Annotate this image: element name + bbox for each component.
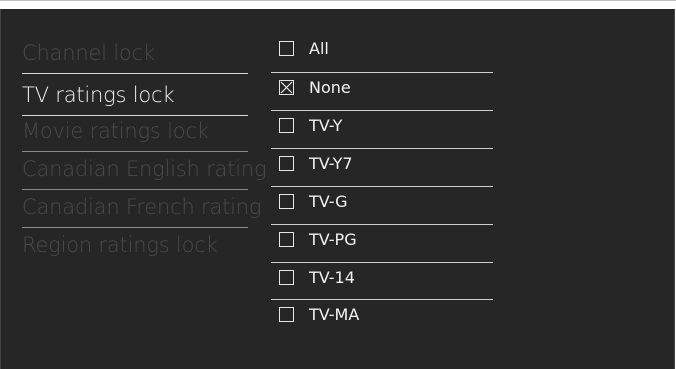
checked-checkbox-icon[interactable] bbox=[279, 80, 294, 95]
checkbox-icon[interactable] bbox=[279, 41, 294, 56]
top-bar bbox=[0, 2, 676, 9]
option-label: None bbox=[309, 78, 351, 97]
menu-item-label: TV ratings lock bbox=[22, 83, 175, 107]
menu-item-label: Movie ratings lock bbox=[22, 119, 209, 143]
option-label: TV-14 bbox=[309, 268, 355, 287]
checkbox-icon[interactable] bbox=[279, 194, 294, 209]
option-label: All bbox=[309, 39, 329, 58]
option-label: TV-Y bbox=[309, 116, 343, 135]
parental-lock-panel: Channel lock TV ratings lock Movie ratin… bbox=[0, 9, 675, 369]
option-tv-ma[interactable]: TV-MA bbox=[271, 297, 493, 333]
option-label: TV-MA bbox=[309, 305, 360, 324]
option-all[interactable]: All bbox=[271, 31, 493, 67]
menu-item-canadian-english-rating[interactable]: Canadian English rating bbox=[22, 151, 267, 188]
option-label: TV-G bbox=[309, 192, 348, 211]
checkbox-icon[interactable] bbox=[279, 270, 294, 285]
option-label: TV-PG bbox=[309, 230, 357, 249]
menu-item-region-ratings-lock[interactable]: Region ratings lock bbox=[22, 227, 258, 264]
x-mark-icon bbox=[280, 81, 293, 94]
menu-item-channel-lock[interactable]: Channel lock bbox=[22, 35, 258, 72]
option-tv-14[interactable]: TV-14 bbox=[271, 260, 493, 296]
option-label: TV-Y7 bbox=[309, 154, 353, 173]
checkbox-icon[interactable] bbox=[279, 307, 294, 322]
option-tv-y[interactable]: TV-Y bbox=[271, 108, 493, 144]
option-tv-y7[interactable]: TV-Y7 bbox=[271, 146, 493, 182]
tv-screen: Channel lock TV ratings lock Movie ratin… bbox=[0, 0, 676, 369]
option-tv-pg[interactable]: TV-PG bbox=[271, 222, 493, 258]
menu-divider bbox=[22, 73, 248, 74]
menu-item-label: Region ratings lock bbox=[22, 233, 218, 257]
checkbox-icon[interactable] bbox=[279, 156, 294, 171]
checkbox-icon[interactable] bbox=[279, 118, 294, 133]
menu-item-movie-ratings-lock[interactable]: Movie ratings lock bbox=[22, 113, 258, 150]
menu-item-label: Canadian English rating bbox=[22, 157, 267, 181]
checkbox-icon[interactable] bbox=[279, 232, 294, 247]
menu-item-label: Canadian French rating bbox=[22, 195, 262, 219]
option-none[interactable]: None bbox=[271, 70, 493, 106]
menu-item-canadian-french-rating[interactable]: Canadian French rating bbox=[22, 189, 262, 226]
menu-item-label: Channel lock bbox=[22, 41, 155, 65]
menu-item-tv-ratings-lock[interactable]: TV ratings lock bbox=[22, 77, 258, 114]
option-tv-g[interactable]: TV-G bbox=[271, 184, 493, 220]
